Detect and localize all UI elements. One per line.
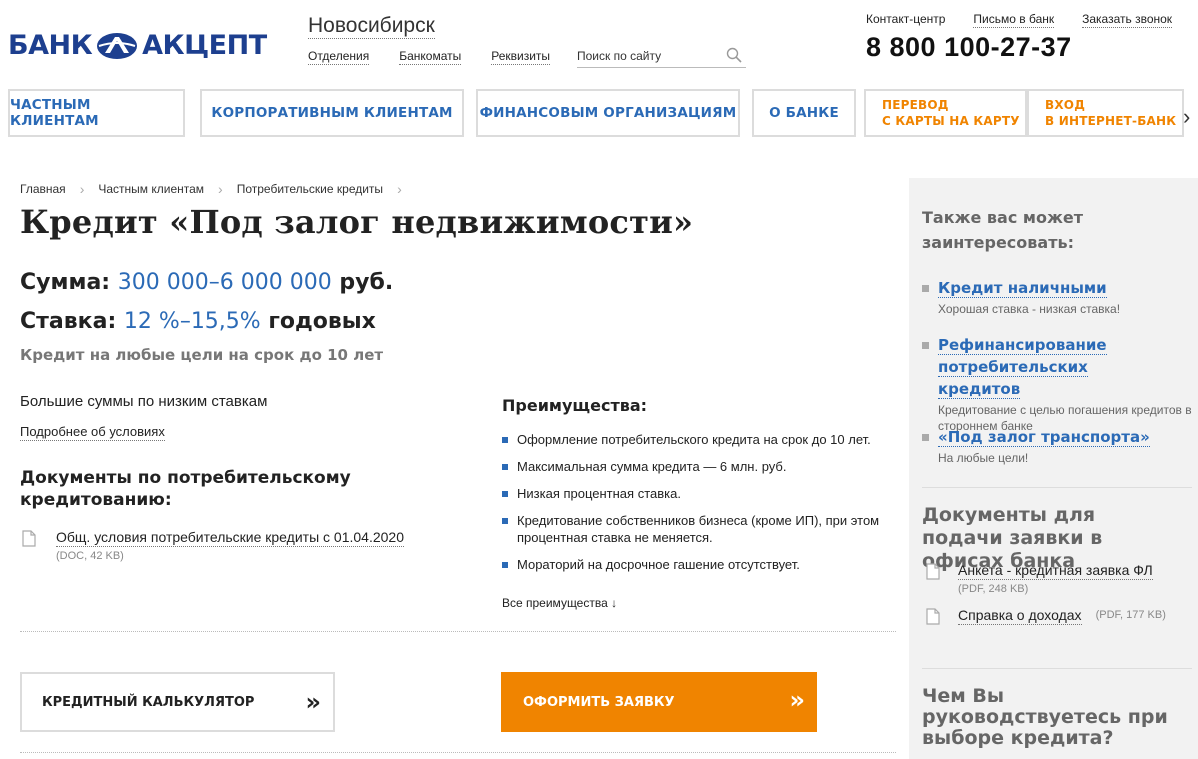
chevron-right-icon: › bbox=[79, 181, 85, 197]
more-conditions-link[interactable]: Подробнее об условиях bbox=[20, 424, 165, 441]
advantages-heading: Преимущества: bbox=[502, 396, 648, 415]
document-meta: (PDF, 177 KB) bbox=[1095, 609, 1166, 621]
nav-card-transfer[interactable]: ПЕРЕВОД С КАРТЫ НА КАРТУ bbox=[864, 89, 1027, 137]
chevron-right-icon: › bbox=[397, 181, 402, 197]
sidebar-document-item[interactable]: Справка о доходах (PDF, 177 KB) bbox=[926, 607, 1166, 625]
loan-rate: Ставка: 12 %–15,5% годовых bbox=[20, 309, 376, 334]
document-item[interactable]: Общ. условия потребительские кредиты с 0… bbox=[22, 529, 404, 562]
loan-intro: Большие суммы по низким ставкам bbox=[20, 393, 268, 410]
link-atms[interactable]: Банкоматы bbox=[399, 49, 462, 65]
nav-internet-bank[interactable]: ВХОД В ИНТЕРНЕТ-БАНК bbox=[1027, 89, 1184, 137]
divider bbox=[20, 752, 896, 753]
header-links: Отделения Банкоматы Реквизиты bbox=[308, 49, 580, 65]
nav-scroll-right-icon[interactable]: › bbox=[1183, 104, 1190, 130]
loan-subtitle: Кредит на любые цели на срок до 10 лет bbox=[20, 346, 384, 364]
list-item: Кредитование собственников бизнеса (кром… bbox=[502, 512, 882, 546]
sidebar-item-title[interactable]: «Под залог транспорта» bbox=[938, 428, 1150, 447]
double-chevron-right-icon: » bbox=[789, 686, 805, 714]
sidebar-item-desc: На любые цели! bbox=[938, 451, 1029, 465]
rate-label: Ставка: bbox=[20, 309, 117, 334]
sidebar-divider bbox=[922, 668, 1192, 669]
apply-button[interactable]: ОФОРМИТЬ ЗАЯВКУ » bbox=[501, 672, 817, 732]
sidebar-item-cash-loan[interactable]: Кредит наличными Хорошая ставка - низкая… bbox=[922, 277, 1192, 317]
list-item: Мораторий на досрочное гашение отсутству… bbox=[502, 556, 882, 573]
internet-bank-line1: ВХОД bbox=[1045, 98, 1086, 112]
list-item: Низкая процентная ставка. bbox=[502, 485, 882, 502]
card-transfer-line1: ПЕРЕВОД bbox=[882, 98, 949, 112]
page-title: Кредит «Под залог недвижимости» bbox=[20, 203, 694, 241]
sidebar-document-item[interactable]: Анкета - кредитная заявка ФЛ (PDF, 248 K… bbox=[926, 562, 1153, 595]
card-transfer-line2: С КАРТЫ НА КАРТУ bbox=[882, 114, 1020, 128]
search-input[interactable] bbox=[577, 44, 717, 63]
docs-heading: Документы по потребительскому кредитован… bbox=[20, 468, 351, 510]
sidebar-interest-heading: Также вас может заинтересовать: bbox=[922, 208, 1084, 252]
list-item: Максимальная сумма кредита — 6 млн. руб. bbox=[502, 458, 882, 475]
advantages-list: Оформление потребительского кредита на с… bbox=[502, 431, 882, 583]
sidebar-item-title[interactable]: Рефинансирование потребительских кредито… bbox=[938, 336, 1107, 399]
sidebar-item-refinancing[interactable]: Рефинансирование потребительских кредито… bbox=[922, 334, 1192, 434]
breadcrumb-private[interactable]: Частным клиентам bbox=[98, 182, 204, 196]
sidebar: Также вас может заинтересовать: Кредит н… bbox=[909, 178, 1198, 759]
document-name[interactable]: Справка о доходах bbox=[958, 607, 1082, 625]
double-chevron-right-icon: » bbox=[305, 688, 321, 716]
sidebar-question-heading: Чем Вы руководствуетесь при выборе креди… bbox=[922, 685, 1168, 749]
document-name[interactable]: Общ. условия потребительские кредиты с 0… bbox=[56, 529, 404, 547]
rate-unit: годовых bbox=[268, 309, 376, 334]
breadcrumb-home[interactable]: Главная bbox=[20, 182, 66, 196]
bank-emblem-icon bbox=[97, 32, 138, 59]
bank-logo[interactable]: БАНК АКЦЕПТ bbox=[8, 30, 267, 61]
sum-unit: руб. bbox=[339, 270, 394, 295]
list-item: Оформление потребительского кредита на с… bbox=[502, 431, 882, 448]
link-request-call[interactable]: Заказать звонок bbox=[1082, 12, 1173, 28]
link-contact-center[interactable]: Контакт-центр bbox=[866, 12, 945, 28]
credit-calculator-button[interactable]: КРЕДИТНЫЙ КАЛЬКУЛЯТОР » bbox=[20, 672, 335, 732]
nav-private-clients[interactable]: ЧАСТНЫМ КЛИЕНТАМ bbox=[8, 89, 185, 137]
nav-financial-orgs[interactable]: ФИНАНСОВЫМ ОРГАНИЗАЦИЯМ bbox=[476, 89, 740, 137]
nav-corporate-clients[interactable]: КОРПОРАТИВНЫМ КЛИЕНТАМ bbox=[200, 89, 464, 137]
loan-sum: Сумма: 300 000–6 000 000 руб. bbox=[20, 270, 393, 295]
breadcrumb-consumer-loans[interactable]: Потребительские кредиты bbox=[237, 182, 383, 196]
document-meta: (DOC, 42 KB) bbox=[56, 550, 124, 562]
link-write-bank[interactable]: Письмо в банк bbox=[973, 12, 1055, 28]
sidebar-item-transport-loan[interactable]: «Под залог транспорта» На любые цели! bbox=[922, 426, 1192, 466]
nav-about-bank[interactable]: О БАНКЕ bbox=[752, 89, 856, 137]
search-icon[interactable] bbox=[726, 47, 742, 63]
chevron-right-icon: › bbox=[218, 181, 223, 197]
sum-value: 300 000–6 000 000 bbox=[117, 270, 332, 295]
document-icon bbox=[926, 563, 940, 580]
city-selector[interactable]: Новосибирск bbox=[308, 14, 435, 39]
internet-bank-line2: В ИНТЕРНЕТ-БАНК bbox=[1045, 114, 1177, 128]
document-icon bbox=[22, 530, 36, 547]
breadcrumb: Главная › Частным клиентам › Потребитель… bbox=[20, 182, 416, 196]
calculator-label: КРЕДИТНЫЙ КАЛЬКУЛЯТОР bbox=[42, 694, 255, 710]
bullet-icon bbox=[922, 434, 929, 441]
sidebar-item-desc: Хорошая ставка - низкая ставка! bbox=[938, 302, 1121, 316]
bullet-icon bbox=[922, 285, 929, 292]
logo-text-left: БАНК bbox=[8, 30, 93, 61]
link-requisites[interactable]: Реквизиты bbox=[491, 49, 551, 65]
bullet-icon bbox=[922, 342, 929, 349]
sum-label: Сумма: bbox=[20, 270, 111, 295]
sidebar-item-title[interactable]: Кредит наличными bbox=[938, 279, 1107, 298]
rate-value: 12 %–15,5% bbox=[123, 309, 261, 334]
top-links: Контакт-центр Письмо в банк Заказать зво… bbox=[866, 12, 1173, 28]
phone-number[interactable]: 8 800 100-27-37 bbox=[866, 32, 1072, 63]
document-icon bbox=[926, 608, 940, 625]
all-advantages-link[interactable]: Все преимущества ↓ bbox=[502, 596, 617, 610]
site-search bbox=[577, 44, 746, 68]
link-branches[interactable]: Отделения bbox=[308, 49, 370, 65]
sidebar-divider bbox=[922, 487, 1192, 488]
apply-label: ОФОРМИТЬ ЗАЯВКУ bbox=[523, 694, 675, 710]
logo-text-right: АКЦЕПТ bbox=[142, 30, 267, 61]
document-meta: (PDF, 248 KB) bbox=[958, 583, 1029, 595]
document-name[interactable]: Анкета - кредитная заявка ФЛ bbox=[958, 562, 1153, 580]
divider bbox=[20, 631, 896, 632]
